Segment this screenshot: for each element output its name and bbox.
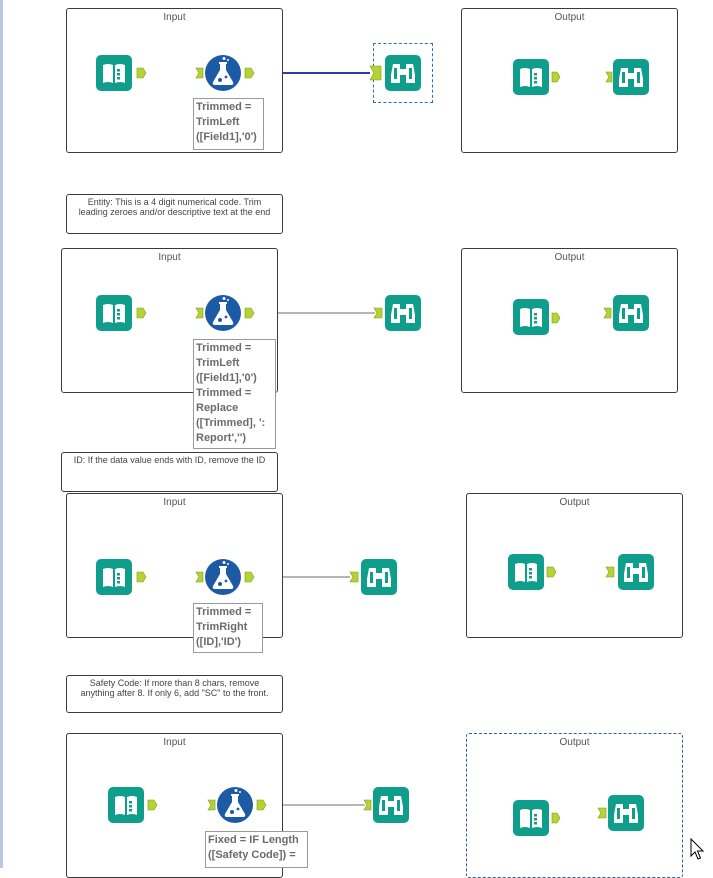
input-anchor[interactable]	[369, 65, 382, 81]
output-anchor[interactable]	[551, 312, 561, 324]
annotation-line: ([Field1],'0')	[196, 131, 257, 143]
output-anchor[interactable]	[551, 71, 561, 83]
annotation-line: Fixed = IF Length	[208, 834, 299, 846]
annotation-line: TrimLeft	[196, 116, 240, 128]
annotation-line: Report','')	[196, 432, 247, 444]
output-anchor[interactable]	[147, 799, 158, 811]
output-anchor[interactable]	[256, 799, 267, 811]
input-anchor[interactable]	[195, 67, 204, 79]
annotation-line: Trimmed =	[196, 101, 252, 113]
input-anchor[interactable]	[349, 571, 359, 583]
input-anchor[interactable]	[363, 799, 372, 811]
output-anchor[interactable]	[244, 571, 255, 583]
output-anchor[interactable]	[136, 307, 147, 319]
input-anchor[interactable]	[207, 799, 216, 811]
input-anchor[interactable]	[605, 71, 613, 83]
output-anchor[interactable]	[136, 67, 147, 79]
annotation-line: Trimmed =	[196, 342, 252, 354]
output-anchor[interactable]	[546, 566, 557, 578]
input-anchor[interactable]	[597, 807, 607, 819]
annotation-line: ([ID],'ID')	[196, 636, 241, 648]
annotation-line: ([Field1],'0')	[196, 372, 257, 384]
input-anchor[interactable]	[605, 566, 615, 578]
input-anchor[interactable]	[195, 307, 204, 319]
input-anchor[interactable]	[603, 307, 612, 319]
annotation-line: TrimLeft	[196, 357, 240, 369]
formula-annotation: Fixed = IF Length ([Safety Code]) =	[205, 831, 308, 868]
annotation-line: Trimmed =	[196, 606, 252, 618]
output-anchor[interactable]	[136, 571, 147, 583]
input-anchor[interactable]	[373, 307, 383, 319]
output-anchor[interactable]	[244, 67, 255, 79]
output-anchor[interactable]	[551, 812, 561, 824]
output-anchor[interactable]	[244, 307, 255, 319]
formula-annotation: Trimmed = TrimLeft ([Field1],'0') Trimme…	[193, 339, 276, 449]
annotation-line: TrimRight	[196, 621, 248, 633]
annotation-line: ([Safety Code]) =	[208, 849, 296, 861]
annotation-line: Replace	[196, 402, 239, 414]
formula-annotation: Trimmed = TrimRight ([ID],'ID')	[193, 603, 263, 653]
mouse-cursor-icon	[690, 838, 705, 860]
formula-annotation: Trimmed = TrimLeft ([Field1],'0')	[193, 98, 264, 150]
input-anchor[interactable]	[195, 571, 204, 583]
annotation-line: ([Trimmed], ':	[196, 417, 266, 429]
connection-anchors	[136, 65, 615, 824]
annotation-line: Trimmed =	[196, 387, 252, 399]
